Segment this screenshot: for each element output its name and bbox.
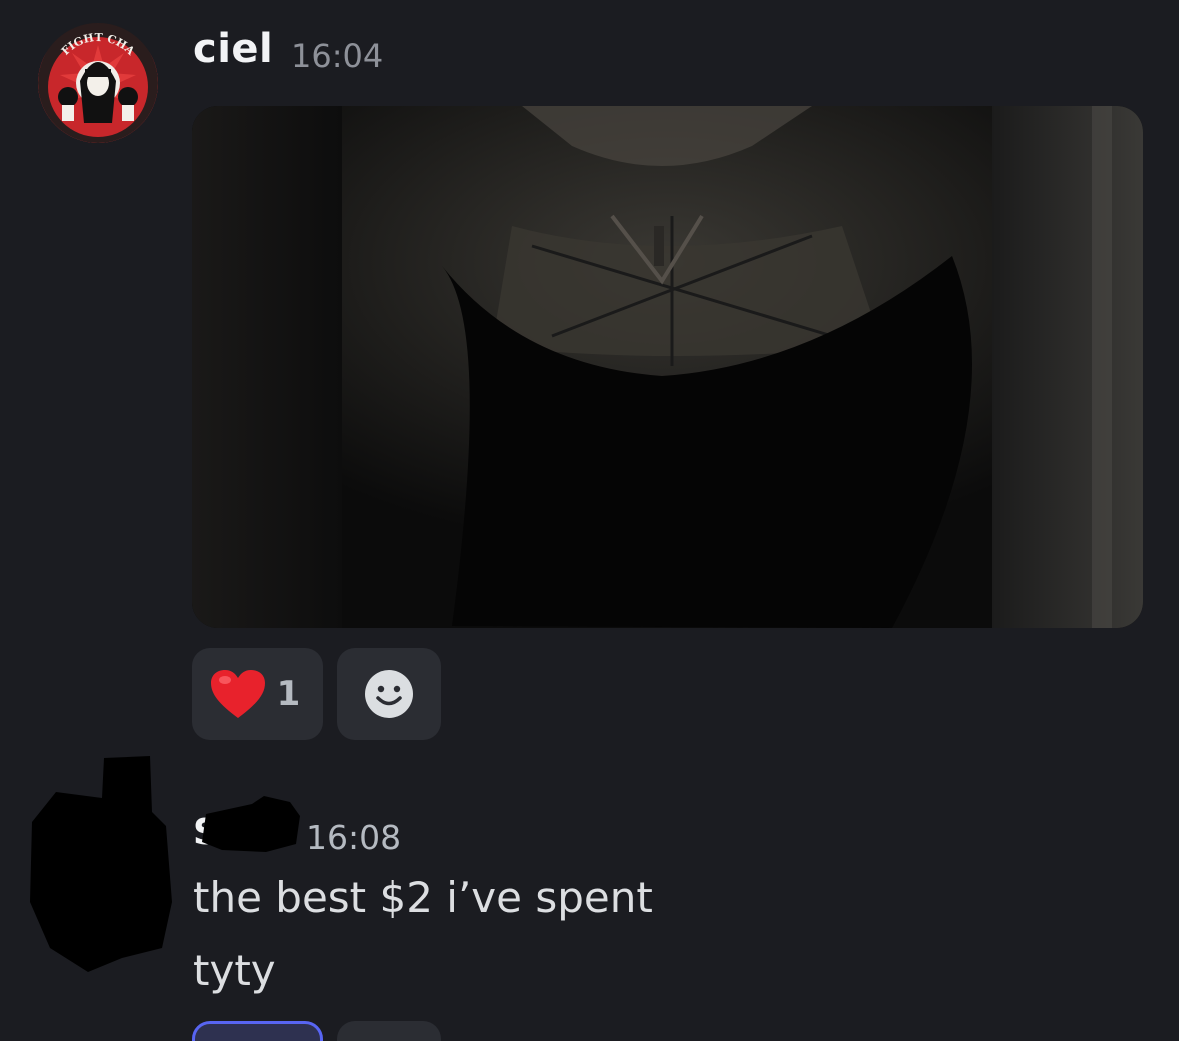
reaction-heart[interactable]: 1 [192, 648, 323, 740]
red-heart-emoji-icon [210, 670, 265, 718]
author-name[interactable]: ciel [193, 26, 273, 72]
reaction[interactable] [337, 1021, 441, 1041]
message-timestamp: 16:08 [306, 818, 402, 857]
chat-view: FIGHT CHA ciel 16:04 1 16:08 the best $2… [0, 0, 1179, 1041]
reaction-count: 1 [276, 674, 301, 714]
user-avatar-redacted[interactable] [26, 752, 176, 974]
image-photo-icon [192, 106, 1143, 628]
avatar-illustration: FIGHT CHA [38, 23, 158, 143]
redaction-scribble [30, 756, 172, 972]
message-timestamp: 16:04 [291, 37, 384, 75]
redaction-scribble [202, 796, 300, 852]
message-text: the best $2 i’ve spent [193, 873, 653, 922]
user-avatar[interactable]: FIGHT CHA [38, 23, 158, 143]
add-reaction-button[interactable] [337, 648, 441, 740]
message-text: tyty [193, 946, 276, 995]
image-attachment[interactable] [192, 106, 1143, 628]
add-reaction-smiley-icon [365, 670, 413, 718]
name-redaction [192, 794, 304, 856]
reaction-bar [192, 1021, 441, 1041]
reaction-bar: 1 [192, 648, 441, 740]
reaction-selected[interactable] [192, 1021, 323, 1041]
